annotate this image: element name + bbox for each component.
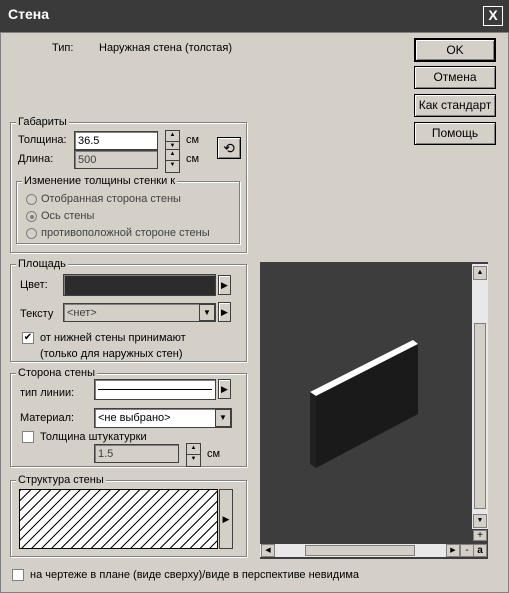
triangle-right-icon: ▶ (222, 514, 230, 524)
scroll-right-icon[interactable]: ▶ (446, 544, 460, 557)
color-picker-button[interactable]: ▶ (218, 275, 231, 295)
plaster-label: Толщина штукатурки (40, 431, 147, 443)
type-label: Тип: (52, 42, 74, 54)
material-label: Материал: (20, 412, 75, 424)
length-label: Длина: (18, 153, 54, 165)
swap-icon: ⟲ (223, 140, 235, 156)
cancel-button[interactable]: Отмена (414, 66, 496, 89)
line-type-select[interactable] (94, 379, 216, 400)
color-label: Цвет: (20, 279, 48, 291)
title-bar (0, 0, 509, 32)
radio-wall-axis[interactable] (26, 211, 37, 222)
spin-down-icon[interactable]: ▼ (165, 160, 180, 173)
material-select[interactable]: <не выбрано> (94, 408, 232, 428)
zoom-out-button[interactable]: - (460, 544, 474, 557)
swap-button[interactable]: ⟲ (217, 137, 241, 159)
scroll-left-icon[interactable]: ◀ (261, 544, 275, 557)
thickness-input[interactable]: 36.5 (74, 131, 158, 150)
zoom-in-button[interactable]: + (473, 530, 487, 541)
horizontal-scroll-thumb[interactable] (305, 545, 415, 556)
wall-side-face (310, 392, 316, 468)
plaster-unit: см (207, 448, 221, 460)
wall-3d-preview[interactable] (260, 262, 488, 559)
type-value: Наружная стена (толстая) (99, 42, 233, 54)
plaster-checkbox[interactable] (22, 431, 34, 443)
thickness-label: Толщина: (18, 134, 67, 146)
radio-opposite-side[interactable] (26, 228, 37, 239)
line-type-picker-button[interactable]: ▶ (218, 379, 231, 399)
from-lower-wall-note: (только для наружных стен) (40, 348, 183, 360)
area-legend: Площадь (16, 258, 68, 270)
structure-legend: Структура стены (16, 474, 106, 486)
view-mode-button[interactable]: a (473, 544, 487, 557)
texture-label: Тексту (20, 308, 54, 320)
scroll-up-icon[interactable]: ▲ (473, 266, 487, 280)
close-button[interactable]: X (483, 6, 503, 26)
line-type-label: тип линии: (20, 387, 75, 399)
triangle-right-icon: ▶ (221, 280, 228, 290)
chevron-down-icon[interactable]: ▼ (215, 409, 231, 427)
wall-side-legend: Сторона стены (16, 367, 97, 379)
invisible-label: на чертеже в плане (виде сверху)/виде в … (30, 569, 360, 581)
texture-select[interactable]: <нет> (63, 303, 216, 322)
radio-wall-axis-label: Ось стены (41, 210, 95, 222)
thickness-unit: см (186, 134, 200, 146)
triangle-right-icon: ▶ (221, 307, 228, 317)
vertical-scroll-thumb[interactable] (474, 323, 486, 509)
ok-button[interactable]: OK (414, 38, 496, 62)
spin-down-icon[interactable]: ▼ (186, 454, 201, 467)
length-input[interactable]: 500 (74, 150, 158, 169)
plaster-spinner[interactable]: ▲ ▼ (186, 443, 201, 467)
triangle-right-icon: ▶ (221, 384, 228, 394)
length-unit: см (186, 153, 200, 165)
thickness-change-legend: Изменение толщины стенки к (22, 175, 178, 187)
from-lower-wall-label: от нижней стены принимают (40, 332, 186, 344)
as-standard-button[interactable]: Как стандарт (414, 94, 496, 117)
color-swatch[interactable] (63, 274, 216, 296)
radio-opposite-side-label: противоположной стороне стены (41, 227, 210, 239)
wall-3d-render (310, 340, 418, 468)
from-lower-wall-checkbox[interactable]: ✔ (22, 332, 34, 344)
chevron-down-icon[interactable]: ▼ (199, 304, 215, 321)
wall-front-face (316, 344, 418, 468)
line-preview (98, 389, 212, 390)
invisible-checkbox[interactable] (12, 569, 24, 581)
texture-picker-button[interactable]: ▶ (218, 302, 231, 322)
help-button[interactable]: Помощь (414, 122, 496, 145)
radio-selected-side-label: Отобранная сторона стены (41, 193, 181, 205)
length-spinner[interactable]: ▲ ▼ (165, 149, 180, 173)
radio-selected-side[interactable] (26, 194, 37, 205)
window-title: Стена (8, 6, 49, 22)
dimensions-legend: Габариты (16, 116, 69, 128)
scroll-down-icon[interactable]: ▼ (473, 514, 487, 528)
wall-structure-preview[interactable] (19, 489, 218, 549)
structure-expand-button[interactable]: ▶ (219, 489, 233, 549)
plaster-input[interactable]: 1.5 (94, 444, 179, 463)
